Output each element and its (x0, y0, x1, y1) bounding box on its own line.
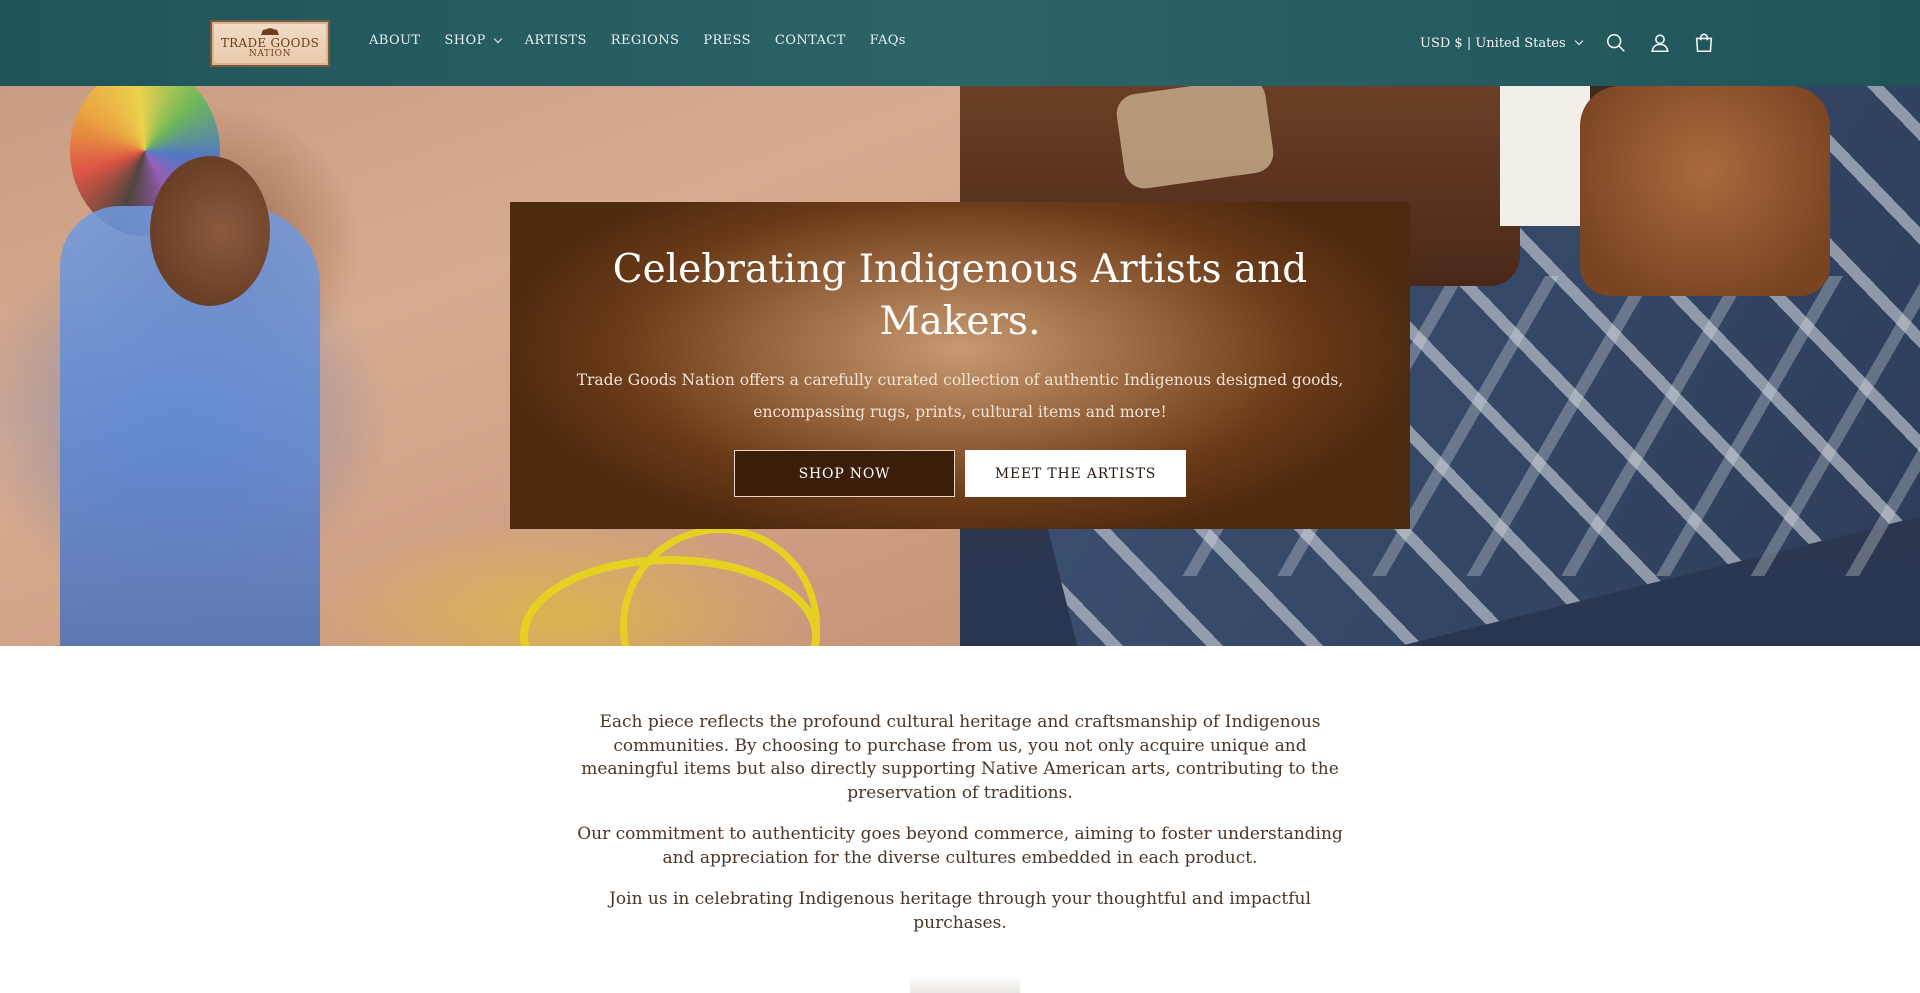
dancer-head (150, 156, 270, 306)
account-icon[interactable] (1648, 31, 1672, 55)
header-utilities: USD $ | United States (1420, 26, 1736, 60)
nav-item-artists[interactable]: ARTISTS (525, 33, 587, 48)
hero-title: Celebrating Indigenous Artists and Maker… (612, 247, 1308, 344)
nav-item-label: ABOUT (369, 33, 421, 48)
partially-visible-button[interactable] (910, 976, 1020, 993)
nav-item-label: FAQs (869, 33, 906, 48)
logo-line2: NATION (248, 49, 292, 59)
leather-armchair (1580, 86, 1830, 296)
nav-item-label: ARTISTS (524, 33, 587, 48)
hero-subtitle: Trade Goods Nation offers a carefully cu… (576, 371, 1344, 421)
nav-item-about[interactable]: ABOUT (369, 33, 420, 48)
site-logo[interactable]: TRADE GOODS NATION (210, 20, 330, 67)
chevron-down-icon (493, 34, 502, 43)
main-nav: ABOUT SHOP ARTISTS REGIONS PRESS CONTACT… (369, 33, 930, 48)
cart-icon[interactable] (1692, 31, 1716, 55)
hero-banner: Celebrating Indigenous Artists and Maker… (0, 86, 1920, 646)
shop-now-button[interactable]: SHOP NOW (734, 450, 955, 497)
currency-label: USD $ | United States (1420, 35, 1566, 51)
nav-item-label: PRESS (703, 33, 751, 48)
nav-item-label: REGIONS (610, 33, 680, 48)
nav-item-contact[interactable]: CONTACT (775, 33, 846, 48)
intro-paragraph: Each piece reflects the profound cultura… (581, 712, 1339, 803)
search-icon[interactable] (1604, 31, 1628, 55)
hero-buttons: SHOP NOW MEET THE ARTISTS (734, 450, 1186, 497)
nav-item-label: SHOP (444, 33, 486, 48)
window-light (1500, 86, 1590, 226)
intro-paragraph: Our commitment to authenticity goes beyo… (577, 824, 1343, 868)
hero-content-box: Celebrating Indigenous Artists and Maker… (510, 202, 1410, 529)
nav-item-regions[interactable]: REGIONS (611, 33, 680, 48)
nav-item-label: CONTACT (774, 33, 846, 48)
nav-item-faqs[interactable]: FAQs (870, 33, 906, 48)
meet-the-artists-button[interactable]: MEET THE ARTISTS (965, 450, 1186, 497)
logo-line1: TRADE GOODS (220, 36, 320, 50)
site-header: TRADE GOODS NATION ABOUT SHOP ARTISTS RE… (0, 0, 1920, 86)
intro-section: Each piece reflects the profound cultura… (570, 711, 1350, 953)
yellow-hoop (620, 526, 820, 646)
chevron-down-icon (1574, 36, 1583, 46)
intro-paragraph: Join us in celebrating Indigenous herita… (609, 889, 1311, 933)
logo-house-icon (261, 28, 279, 35)
currency-selector[interactable]: USD $ | United States (1420, 35, 1583, 51)
nav-item-shop[interactable]: SHOP (444, 33, 502, 48)
nav-item-press[interactable]: PRESS (703, 33, 751, 48)
